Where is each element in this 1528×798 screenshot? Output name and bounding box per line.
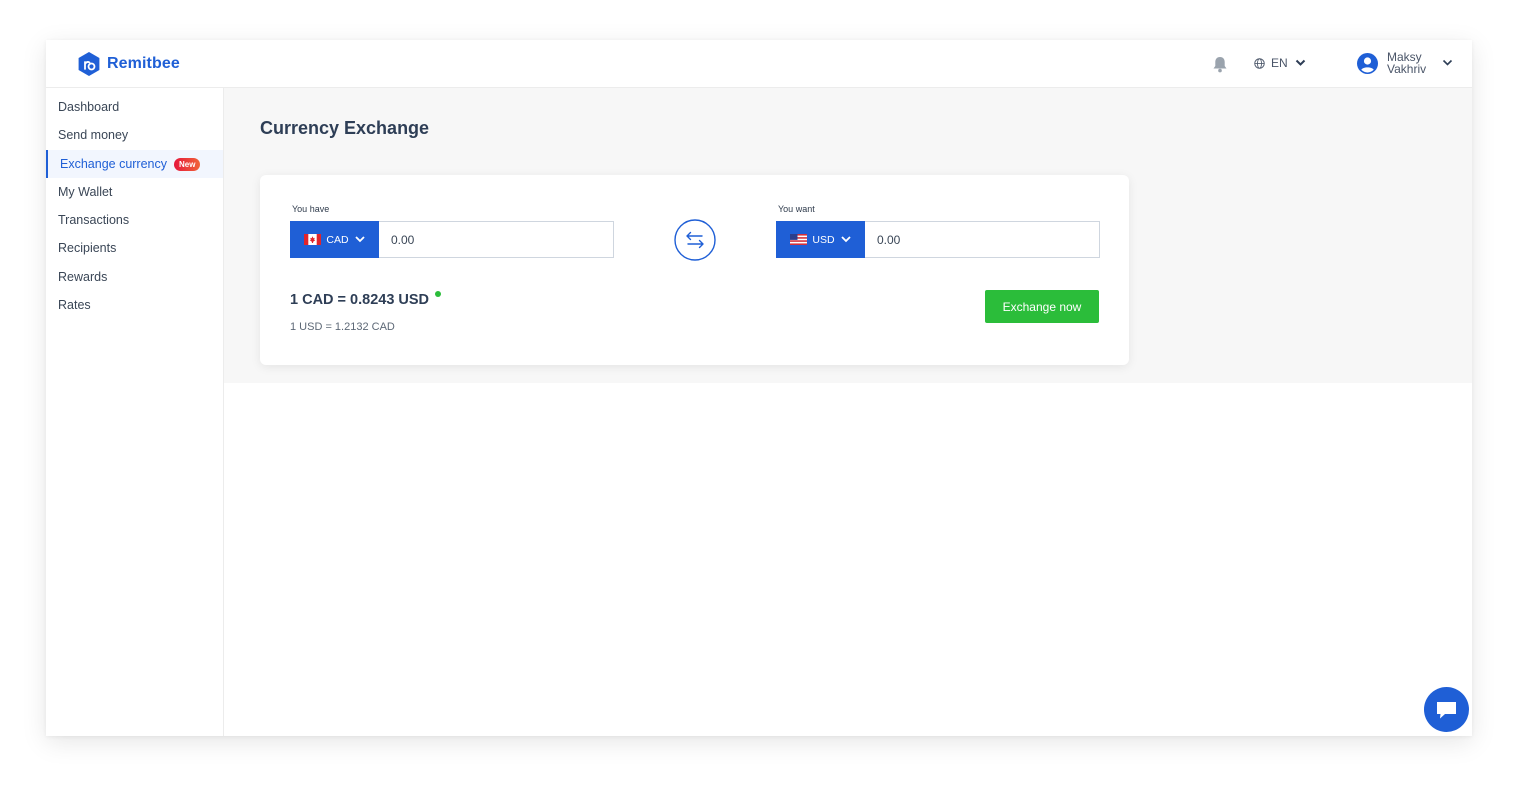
brand[interactable]: Remitbee bbox=[78, 52, 180, 76]
sidebar-item-send-money[interactable]: Send money bbox=[46, 121, 223, 149]
sidebar-item-label: Exchange currency bbox=[60, 157, 168, 171]
usa-flag-icon bbox=[790, 234, 808, 245]
page-title: Currency Exchange bbox=[260, 118, 430, 138]
avatar-icon bbox=[1357, 52, 1378, 74]
top-bar: Remitbee EN Maksy Vakhriv bbox=[46, 40, 1472, 88]
exchange-rate: 1 CAD = 0.8243 USD bbox=[290, 292, 430, 308]
you-have-label: You have bbox=[292, 204, 330, 214]
from-amount-input[interactable] bbox=[379, 221, 614, 258]
chat-icon[interactable] bbox=[1424, 687, 1469, 732]
sidebar: Dashboard Send money Exchange currency N… bbox=[46, 88, 224, 736]
user-name: Maksy Vakhriv bbox=[1387, 51, 1426, 75]
exchange-now-button[interactable]: Exchange now bbox=[985, 290, 1099, 323]
chevron-down-icon bbox=[354, 236, 365, 243]
from-currency-select[interactable]: CAD bbox=[290, 221, 379, 258]
sidebar-item-label: Rates bbox=[58, 298, 91, 312]
user-menu[interactable]: Maksy Vakhriv bbox=[1357, 51, 1453, 75]
sidebar-item-label: Send money bbox=[58, 128, 129, 142]
language-selector[interactable]: EN bbox=[1254, 56, 1306, 70]
user-last-name: Vakhriv bbox=[1387, 62, 1427, 76]
to-amount-input[interactable] bbox=[865, 221, 1100, 258]
sidebar-item-rewards[interactable]: Rewards bbox=[46, 263, 223, 291]
sidebar-item-label: Rewards bbox=[58, 270, 108, 284]
new-badge: New bbox=[174, 157, 201, 171]
exchange-card: You have CAD You want bbox=[260, 175, 1129, 365]
sidebar-item-rates[interactable]: Rates bbox=[46, 291, 223, 319]
sidebar-item-transactions[interactable]: Transactions bbox=[46, 206, 223, 234]
sidebar-item-label: Transactions bbox=[58, 213, 130, 227]
canada-flag-icon bbox=[304, 234, 322, 245]
from-currency-code: CAD bbox=[326, 233, 349, 246]
sidebar-item-label: Recipients bbox=[58, 241, 117, 255]
sidebar-item-exchange-currency[interactable]: Exchange currency New bbox=[46, 150, 223, 178]
app-window: Remitbee EN Maksy Vakhriv Dashboard Send… bbox=[46, 40, 1472, 736]
brand-name: Remitbee bbox=[107, 55, 180, 72]
inverse-rate: 1 USD = 1.2132 CAD bbox=[290, 321, 395, 333]
language-label: EN bbox=[1271, 56, 1288, 70]
to-currency-code: USD bbox=[812, 233, 835, 246]
sidebar-item-label: Dashboard bbox=[58, 100, 120, 114]
logo-icon bbox=[78, 52, 100, 76]
sidebar-item-my-wallet[interactable]: My Wallet bbox=[46, 178, 223, 206]
bell-icon[interactable] bbox=[1212, 56, 1228, 73]
chevron-down-icon bbox=[1295, 59, 1305, 66]
sidebar-item-label: My Wallet bbox=[58, 185, 113, 199]
you-want-label: You want bbox=[778, 204, 815, 214]
sidebar-item-recipients[interactable]: Recipients bbox=[46, 234, 223, 262]
live-rate-indicator bbox=[435, 291, 441, 297]
sidebar-item-dashboard[interactable]: Dashboard bbox=[46, 93, 223, 121]
globe-icon bbox=[1254, 57, 1265, 69]
to-currency-select[interactable]: USD bbox=[776, 221, 865, 258]
chevron-down-icon bbox=[1443, 59, 1453, 66]
swap-icon[interactable] bbox=[674, 219, 716, 261]
chevron-down-icon bbox=[840, 236, 851, 243]
